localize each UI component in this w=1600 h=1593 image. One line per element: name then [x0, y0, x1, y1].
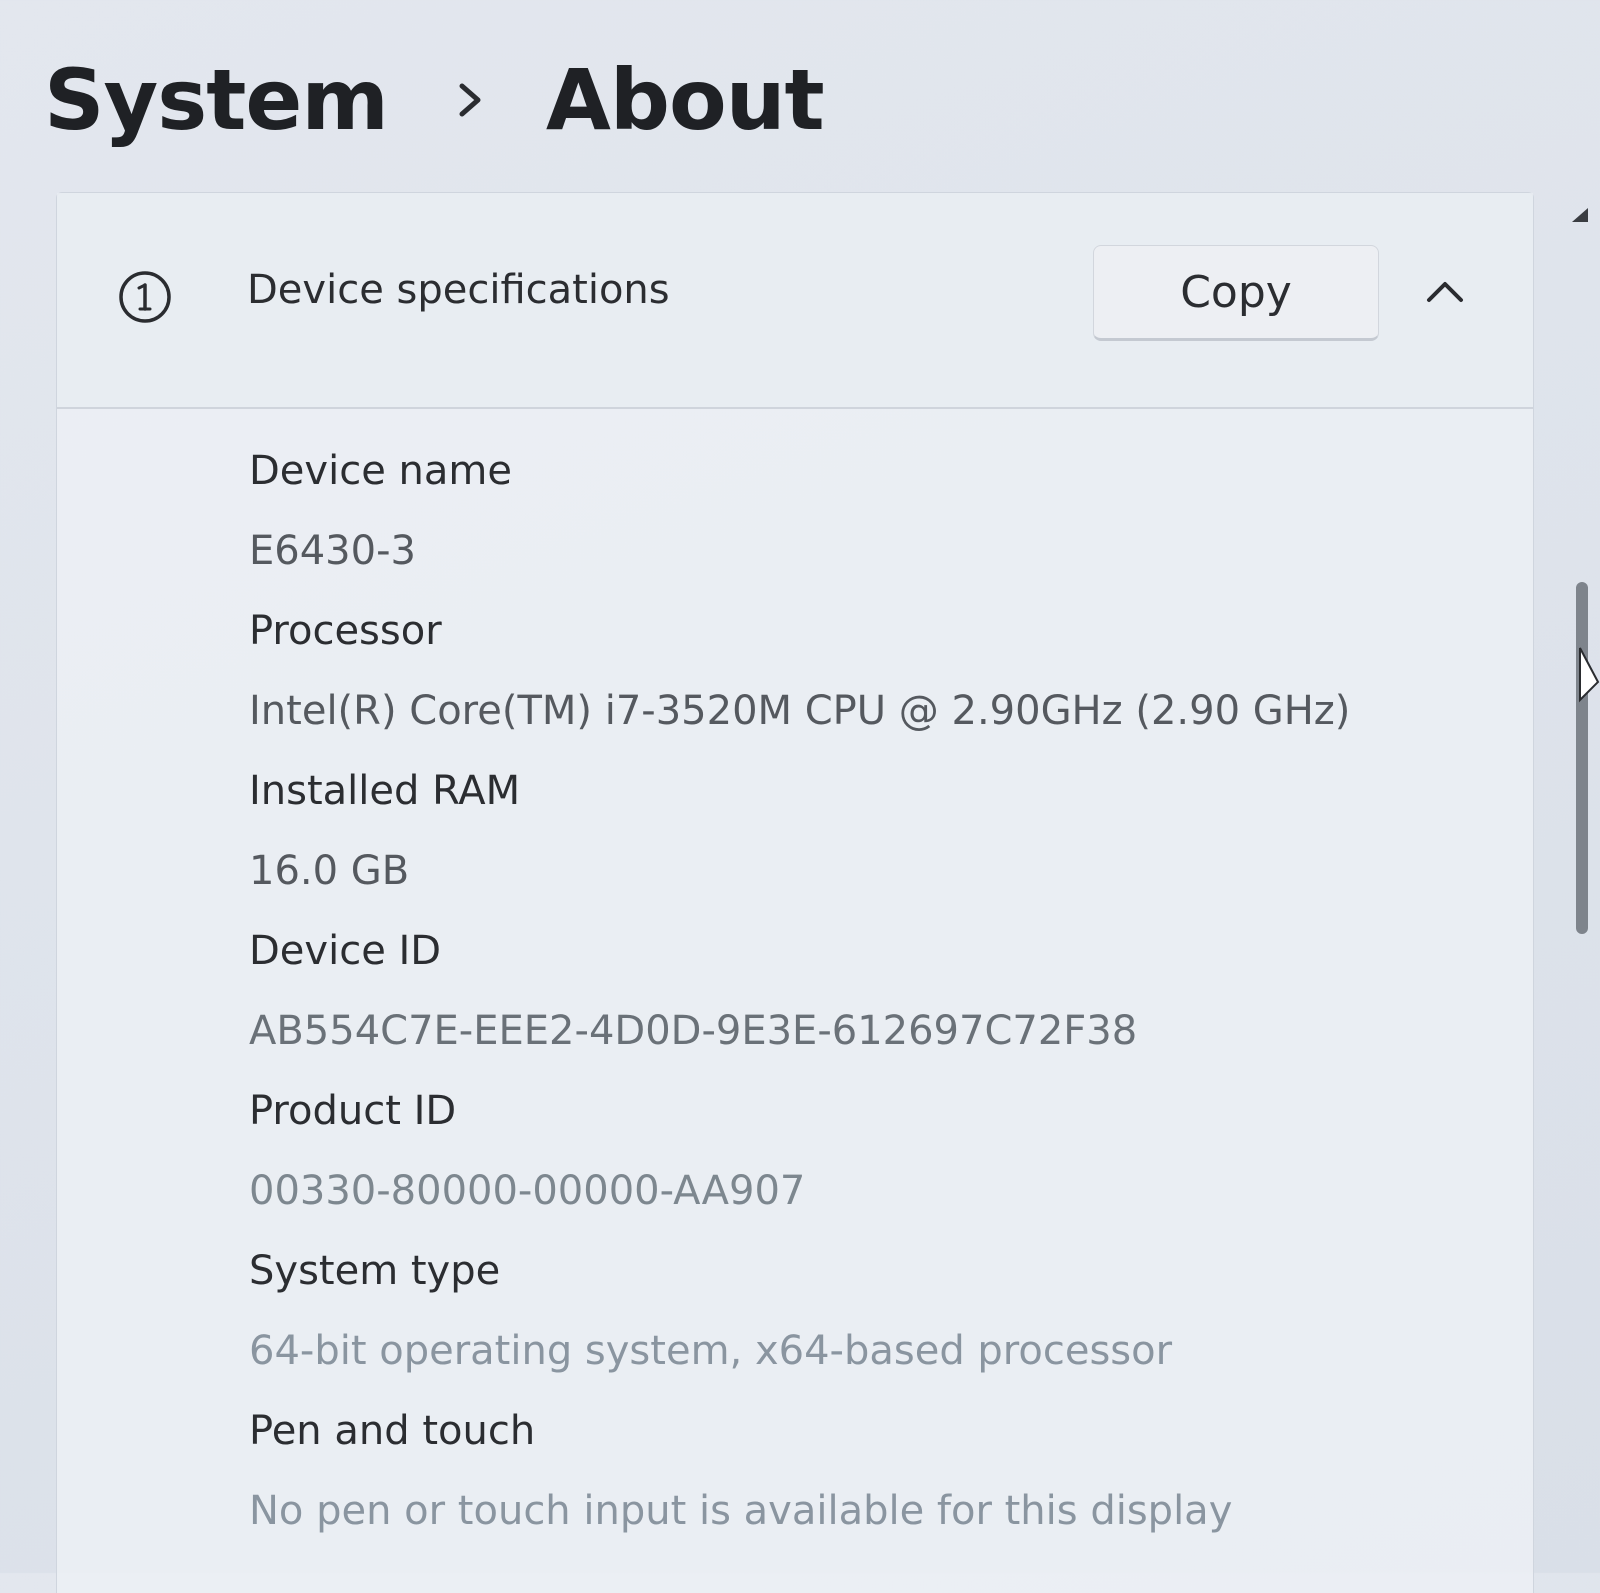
spec-processor: Processor Intel(R) Core(TM) i7-3520M CPU… — [249, 591, 1350, 751]
device-specifications-header[interactable]: Device specifications Copy — [57, 193, 1533, 409]
device-specifications-card: Device specifications Copy Device name E… — [56, 192, 1534, 1593]
spec-installed-ram: Installed RAM 16.0 GB — [249, 751, 1350, 911]
spec-system-type: System type 64-bit operating system, x64… — [249, 1231, 1350, 1391]
mouse-pointer-icon — [1578, 630, 1600, 710]
spec-product-id: Product ID 00330-80000-00000-AA907 — [249, 1071, 1350, 1231]
spec-value: Intel(R) Core(TM) i7-3520M CPU @ 2.90GHz… — [249, 688, 1351, 734]
scrollbar[interactable] — [1568, 200, 1592, 1300]
chevron-up-icon[interactable] — [1417, 263, 1473, 319]
spec-label: System type — [249, 1248, 501, 1294]
spec-label: Product ID — [249, 1088, 457, 1134]
spec-value: 16.0 GB — [249, 848, 410, 894]
breadcrumb-parent[interactable]: System — [44, 51, 389, 149]
info-circle-icon — [117, 269, 173, 325]
spec-list: Device name E6430-3 Processor Intel(R) C… — [249, 431, 1350, 1551]
spec-value: No pen or touch input is available for t… — [249, 1488, 1233, 1534]
spec-label: Processor — [249, 608, 442, 654]
spec-label: Pen and touch — [249, 1408, 536, 1454]
spec-value: 00330-80000-00000-AA907 — [249, 1168, 806, 1214]
spec-value: E6430-3 — [249, 528, 416, 574]
spec-label: Device name — [249, 448, 512, 494]
scroll-up-arrow-icon[interactable] — [1568, 200, 1592, 230]
spec-label: Device ID — [249, 928, 442, 974]
breadcrumb: System About — [44, 40, 825, 160]
copy-button[interactable]: Copy — [1093, 245, 1379, 341]
spec-label: Installed RAM — [249, 768, 521, 814]
spec-value: 64-bit operating system, x64-based proce… — [249, 1328, 1173, 1374]
spec-device-id: Device ID AB554C7E-EEE2-4D0D-9E3E-612697… — [249, 911, 1350, 1071]
spec-pen-and-touch: Pen and touch No pen or touch input is a… — [249, 1391, 1350, 1551]
device-specifications-title: Device specifications — [247, 267, 670, 313]
spec-device-name: Device name E6430-3 — [249, 431, 1350, 591]
page-title: About — [545, 51, 825, 149]
chevron-right-icon — [440, 70, 500, 130]
spec-value: AB554C7E-EEE2-4D0D-9E3E-612697C72F38 — [249, 1008, 1138, 1054]
